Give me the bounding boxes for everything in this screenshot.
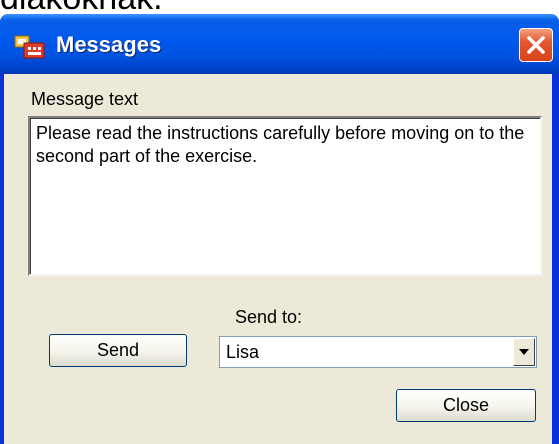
title-bar[interactable]: Messages	[0, 14, 559, 74]
window-title: Messages	[56, 32, 162, 57]
send-to-dropdown[interactable]: Lisa	[219, 336, 537, 368]
messages-window: Messages Message text Please read the in…	[0, 14, 559, 444]
message-textarea[interactable]: Please read the instructions carefully b…	[28, 116, 542, 276]
message-text-label: Message text	[31, 89, 139, 109]
window-close-button[interactable]	[519, 28, 553, 62]
close-button[interactable]: Close	[396, 389, 536, 422]
app-icon	[14, 35, 45, 59]
dropdown-button[interactable]	[513, 338, 535, 366]
send-button[interactable]: Send	[49, 334, 187, 367]
dialog-client-area: Message text Please read the instruction…	[4, 74, 552, 444]
close-icon	[527, 36, 545, 54]
chevron-down-icon	[519, 349, 529, 355]
send-to-value: Lisa	[226, 342, 260, 362]
send-to-label: Send to:	[235, 307, 303, 327]
